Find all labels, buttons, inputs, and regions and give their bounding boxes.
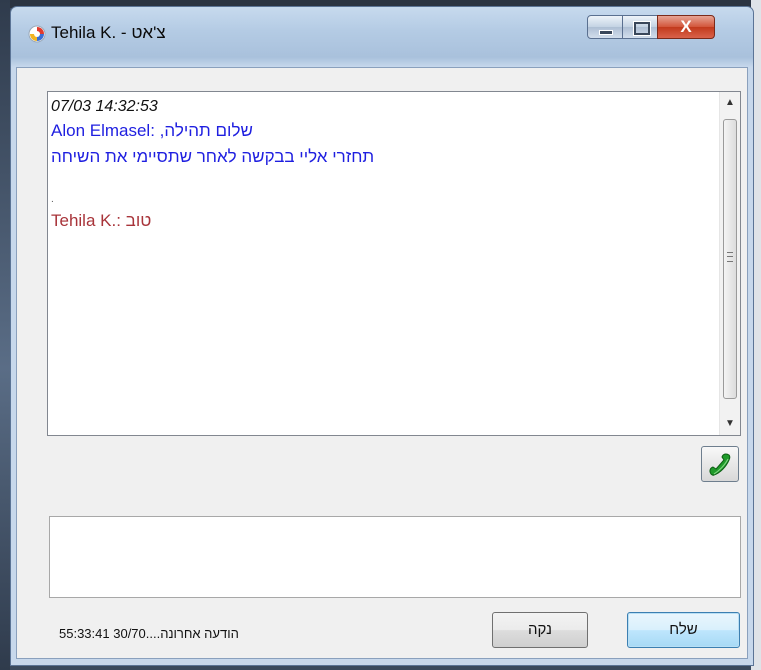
- message-sender: Alon Elmasel:: [51, 121, 155, 140]
- minimize-button[interactable]: [587, 15, 623, 39]
- chat-window: Tehila K. - צ'אט X 07/03 14:32:53 Alon E…: [10, 6, 754, 666]
- call-button[interactable]: [701, 446, 739, 482]
- separator-dot: .: [51, 194, 54, 205]
- scroll-up-arrow-icon[interactable]: ▲: [720, 94, 740, 112]
- last-message-date: 07/03: [113, 626, 146, 641]
- send-button[interactable]: שלח: [627, 612, 740, 648]
- phone-icon: [709, 453, 731, 476]
- maximize-button[interactable]: [622, 15, 658, 39]
- close-icon: X: [680, 17, 692, 36]
- message-line: Alon Elmasel: שלום תהילה,: [51, 118, 718, 144]
- chat-history[interactable]: 07/03 14:32:53 Alon Elmasel: שלום תהילה,…: [47, 91, 741, 436]
- clear-button[interactable]: נקה: [492, 612, 588, 648]
- title-name: Tehila K.: [51, 23, 117, 42]
- message-text: טוב: [125, 211, 152, 230]
- title-app: צ'אט: [131, 23, 166, 42]
- message-timestamp: 07/03 14:32:53: [51, 98, 158, 115]
- message-line: Tehila K.: טוב: [51, 208, 718, 234]
- maximize-icon: [633, 21, 651, 36]
- message-text: שלום תהילה,: [159, 121, 253, 140]
- scroll-down-arrow-icon[interactable]: ▼: [720, 415, 740, 433]
- chat-history-content: 07/03 14:32:53 Alon Elmasel: שלום תהילה,…: [51, 96, 718, 435]
- last-message-status: הודעה אחרונה....07/03 14:33:55: [59, 626, 239, 641]
- last-message-time: 14:33:55: [59, 626, 110, 641]
- scrollbar-grip-icon: [727, 252, 733, 262]
- chat-scrollbar[interactable]: ▲ ▼: [719, 92, 740, 435]
- message-sender: Tehila K.:: [51, 211, 121, 230]
- message-line: תחזרי אליי בבקשה לאחר שתסיימי את השיחה: [51, 144, 718, 170]
- desktop-background-left: [0, 0, 10, 670]
- title-separator: -: [116, 23, 132, 42]
- chat-client-area: 07/03 14:32:53 Alon Elmasel: שלום תהילה,…: [16, 67, 748, 659]
- title-bar[interactable]: Tehila K. - צ'אט X: [11, 7, 753, 67]
- minimize-icon: [599, 30, 613, 35]
- message-text: תחזרי אליי בבקשה לאחר שתסיימי את השיחה: [51, 147, 375, 166]
- message-input[interactable]: [49, 516, 741, 598]
- window-title: Tehila K. - צ'אט: [51, 23, 166, 43]
- scrollbar-thumb[interactable]: [723, 119, 737, 399]
- close-button[interactable]: X: [657, 15, 715, 39]
- chat-app-icon: [28, 25, 46, 43]
- last-message-label: הודעה אחרונה....: [145, 626, 239, 641]
